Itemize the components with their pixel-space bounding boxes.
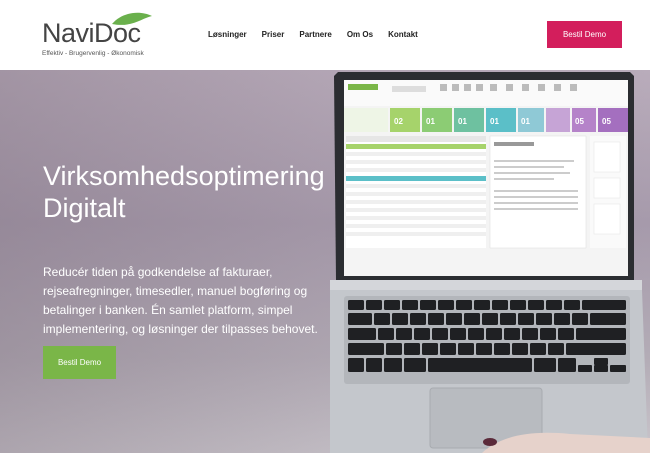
bestil-demo-hero-button[interactable]: Bestil Demo xyxy=(43,346,116,379)
svg-text:05: 05 xyxy=(602,117,611,126)
logo-tagline: Effektiv - Brugervenlig - Økonomisk xyxy=(42,50,144,57)
hero-section: 02 01 01 01 01 05 05 Virksomhedsoptimeri… xyxy=(0,70,650,453)
svg-text:01: 01 xyxy=(521,117,530,126)
nav-item-kontakt[interactable]: Kontakt xyxy=(388,30,418,39)
nav-item-partnere[interactable]: Partnere xyxy=(299,30,331,39)
svg-text:01: 01 xyxy=(458,117,467,126)
site-header: NaviDoc Effektiv - Brugervenlig - Økonom… xyxy=(0,0,650,70)
main-nav: Løsninger Priser Partnere Om Os Kontakt xyxy=(208,30,433,39)
svg-text:02: 02 xyxy=(394,117,403,126)
svg-text:05: 05 xyxy=(575,117,584,126)
nav-item-om-os[interactable]: Om Os xyxy=(347,30,373,39)
bestil-demo-header-button[interactable]: Bestil Demo xyxy=(547,21,622,48)
hero-title: Virksomhedsoptimering Digitalt xyxy=(43,161,325,223)
logo[interactable]: NaviDoc Effektiv - Brugervenlig - Økonom… xyxy=(42,10,152,60)
svg-text:01: 01 xyxy=(426,117,435,126)
svg-text:01: 01 xyxy=(490,117,499,126)
nav-item-priser[interactable]: Priser xyxy=(262,30,285,39)
hero-description: Reducér tiden på godkendelse af fakturae… xyxy=(43,265,318,336)
laptop-icon: 02 01 01 01 01 05 05 xyxy=(330,72,650,453)
leaf-icon xyxy=(112,12,152,25)
nav-item-loesninger[interactable]: Løsninger xyxy=(208,30,247,39)
